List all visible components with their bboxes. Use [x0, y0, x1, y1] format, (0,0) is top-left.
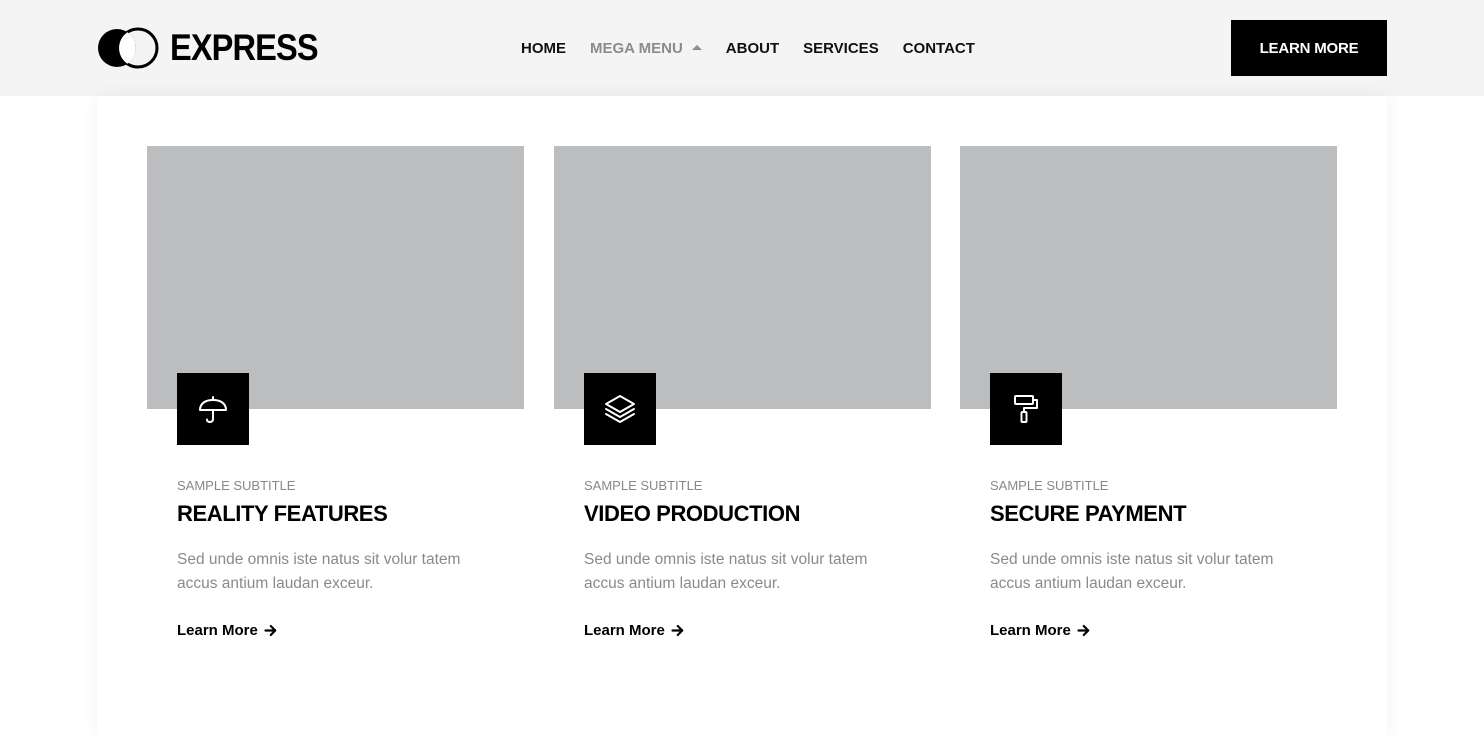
nav-item-services[interactable]: SERVICES — [803, 40, 879, 57]
arrow-right-icon — [1077, 624, 1090, 637]
nav-item-mega-menu[interactable]: MEGA MENU — [590, 40, 702, 57]
nav-item-contact[interactable]: CONTACT — [903, 40, 975, 57]
nav-item-label: MEGA MENU — [590, 39, 683, 57]
card-icon-box — [177, 373, 249, 445]
nav-item-label: HOME — [521, 39, 566, 57]
services-panel: SAMPLE SUBTITLE REALITY FEATURES Sed und… — [97, 96, 1387, 736]
card-subtitle: SAMPLE SUBTITLE — [584, 478, 703, 493]
nav-item-label: ABOUT — [725, 39, 780, 57]
nav-item-label: SERVICES — [803, 39, 879, 57]
card-image-placeholder — [960, 146, 1337, 409]
card-description: Sed unde omnis iste natus sit volur tate… — [990, 551, 1274, 592]
card-description: Sed unde omnis iste natus sit volur tate… — [584, 551, 868, 592]
card-title: REALITY FEATURES — [177, 501, 388, 526]
brand-logo[interactable]: EXPRESS — [96, 26, 338, 70]
arrow-right-icon — [264, 624, 277, 637]
nav-item-about[interactable]: ABOUT — [726, 40, 779, 57]
card-link-label: Learn More — [584, 622, 665, 639]
paint-roller-icon — [1014, 395, 1038, 423]
main-nav: HOME MEGA MENU ABOUT SERVICES CONTACT — [521, 36, 999, 60]
card-icon-box — [584, 373, 656, 445]
card-icon-box — [990, 373, 1062, 445]
caret-up-icon — [691, 45, 702, 50]
card-learn-more-link[interactable]: Learn More — [990, 622, 1090, 639]
arrow-right-icon — [671, 624, 684, 637]
card-subtitle: SAMPLE SUBTITLE — [177, 478, 296, 493]
card-description: Sed unde omnis iste natus sit volur tate… — [177, 551, 461, 592]
nav-item-label: CONTACT — [902, 39, 975, 57]
card-learn-more-link[interactable]: Learn More — [584, 622, 684, 639]
card-title: VIDEO PRODUCTION — [584, 501, 801, 526]
card-learn-more-link[interactable]: Learn More — [177, 622, 277, 639]
layers-icon — [605, 395, 635, 423]
logo-circles-icon — [98, 27, 159, 69]
brand-name: EXPRESS — [170, 27, 319, 68]
card-image-placeholder — [554, 146, 931, 409]
umbrella-icon — [199, 396, 227, 423]
card-link-label: Learn More — [177, 622, 258, 639]
nav-item-home[interactable]: HOME — [521, 40, 566, 57]
card-title: SECURE PAYMENT — [990, 501, 1187, 526]
site-header: EXPRESS HOME MEGA MENU ABOUT SERVICES CO… — [0, 0, 1484, 96]
learn-more-button[interactable]: LEARN MORE — [1231, 20, 1387, 76]
card-link-label: Learn More — [990, 622, 1071, 639]
card-subtitle: SAMPLE SUBTITLE — [990, 478, 1109, 493]
card-image-placeholder — [147, 146, 524, 409]
